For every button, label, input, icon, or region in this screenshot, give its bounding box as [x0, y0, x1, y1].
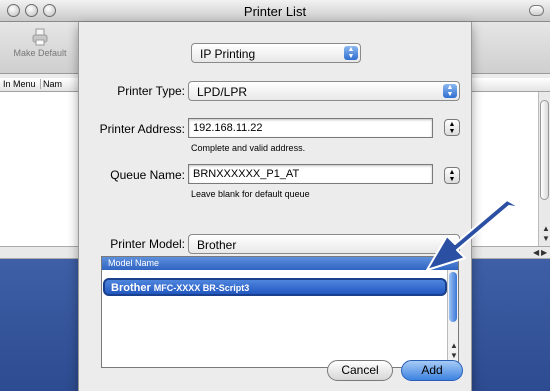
model-list-scrollbar[interactable]: ▲ ▼ [447, 270, 458, 367]
model-name: MFC-XXXX BR-Script3 [153, 283, 250, 293]
model-list-row-selected[interactable]: Brother MFC-XXXX BR-Script3 [103, 278, 447, 296]
scroll-down-arrow-icon[interactable]: ▼ [542, 234, 550, 243]
printer-type-popup[interactable]: LPD/LPR ▲ ▼ [188, 81, 460, 101]
printer-icon [32, 28, 48, 46]
model-brand: Brother [111, 282, 151, 294]
printer-model-label: Printer Model: [110, 237, 185, 251]
column-name[interactable]: Nam [40, 79, 62, 89]
scroll-right-arrow-icon[interactable]: ▶ [541, 248, 547, 257]
arrow-updown-icon: ▲ ▼ [443, 84, 457, 98]
arrow-updown-icon: ▲ ▼ [344, 46, 358, 60]
printer-type-value: LPD/LPR [197, 85, 248, 99]
scroll-up-arrow-icon[interactable]: ▲ [542, 224, 550, 233]
address-history-icon[interactable]: ▲ ▼ [444, 119, 460, 136]
column-in-menu[interactable]: In Menu [3, 79, 36, 89]
model-list[interactable]: Model Name Brother MFC-XXXX BR-Script3 ▲… [101, 256, 459, 368]
printer-address-field[interactable] [188, 118, 433, 138]
model-list-scroll-thumb[interactable] [449, 272, 457, 322]
model-list-header[interactable]: Model Name [102, 257, 458, 270]
protocol-popup-value: IP Printing [200, 47, 256, 61]
printer-address-label: Printer Address: [99, 122, 185, 136]
protocol-popup[interactable]: IP Printing ▲ ▼ [191, 43, 361, 63]
cancel-button[interactable]: Cancel [327, 360, 393, 381]
toolbar-toggle-button[interactable] [529, 5, 544, 16]
printer-model-value: Brother [197, 238, 237, 252]
queue-history-icon[interactable]: ▲ ▼ [444, 167, 460, 184]
make-default-label: Make Default [13, 48, 67, 58]
scroll-left-arrow-icon[interactable]: ◀ [533, 248, 539, 257]
vertical-scrollbar[interactable]: ▲ ▼ [538, 92, 550, 246]
printer-model-popup[interactable]: Brother [188, 234, 460, 254]
printer-type-label: Printer Type: [117, 84, 185, 98]
queue-name-label: Queue Name: [110, 168, 185, 182]
vertical-scroll-thumb[interactable] [540, 100, 549, 200]
queue-name-field[interactable] [188, 164, 433, 184]
make-default-button[interactable]: Make Default [2, 22, 78, 58]
list-scroll-down-arrow-icon[interactable]: ▼ [450, 351, 458, 360]
list-scroll-up-arrow-icon[interactable]: ▲ [450, 341, 458, 350]
title-bar: Printer List [0, 0, 550, 22]
window-title: Printer List [243, 4, 307, 19]
add-printer-sheet: IP Printing ▲ ▼ Printer Type: LPD/LPR ▲ ▼ … [78, 22, 472, 391]
queue-name-hint: Leave blank for default queue [191, 189, 310, 199]
add-button[interactable]: Add [401, 360, 463, 381]
annotation-arrow-icon [426, 200, 521, 271]
printer-address-hint: Complete and valid address. [191, 143, 306, 153]
